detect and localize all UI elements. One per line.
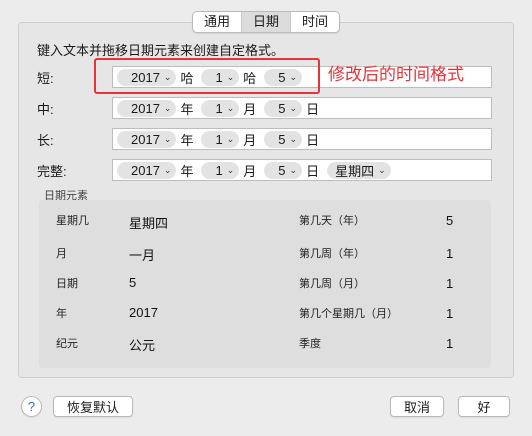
element-label: 第几周（月） [299, 278, 365, 290]
separator-text: 年 [180, 163, 194, 179]
day-token[interactable]: 5 ⌄ [264, 130, 303, 148]
ok-button[interactable]: 好 [458, 396, 510, 417]
element-label: 第几天（年） [299, 215, 365, 227]
year-token[interactable]: 2017 ⌄ [117, 99, 177, 117]
chevron-down-icon: ⌄ [378, 164, 386, 175]
element-day-of-year[interactable]: 5 [446, 213, 453, 228]
instructions-text: 键入文本并拖移日期元素来创建自定格式。 [37, 43, 285, 58]
element-label: 第几周（年） [299, 248, 365, 260]
element-label: 季度 [299, 338, 321, 350]
separator-text: 日 [306, 132, 320, 148]
full-format-field[interactable]: 2017 ⌄ 年 1 ⌄ 月 5 ⌄ 日 星期四 ⌄ [112, 159, 492, 181]
element-label: 纪元 [56, 338, 78, 350]
element-week-of-year[interactable]: 1 [446, 246, 453, 261]
help-button[interactable]: ? [21, 396, 42, 417]
annotation-text: 修改后的时间格式 [328, 65, 464, 84]
element-month[interactable]: 一月 [129, 245, 155, 264]
element-day[interactable]: 5 [129, 275, 136, 290]
medium-label: 中: [37, 102, 54, 117]
medium-format-field[interactable]: 2017 ⌄ 年 1 ⌄ 月 5 ⌄ 日 [112, 97, 492, 119]
day-token[interactable]: 5 ⌄ [264, 161, 303, 179]
chevron-down-icon: ⌄ [226, 102, 235, 113]
tab-bar: 通用 日期 时间 [192, 11, 341, 33]
annotation-highlight-box [94, 58, 320, 94]
element-label: 日期 [56, 278, 78, 290]
tab-general[interactable]: 通用 [193, 12, 243, 32]
separator-text: 日 [306, 163, 320, 179]
chevron-down-icon: ⌄ [289, 133, 298, 144]
chevron-down-icon: ⌄ [163, 164, 172, 175]
chevron-down-icon: ⌄ [226, 164, 235, 175]
element-weekday-ordinal-month[interactable]: 1 [446, 306, 453, 321]
element-label: 星期几 [56, 215, 89, 227]
month-token[interactable]: 1 ⌄ [201, 130, 240, 148]
separator-text: 年 [180, 132, 194, 148]
restore-defaults-button[interactable]: 恢复默认 [53, 396, 133, 417]
cancel-button[interactable]: 取消 [390, 396, 444, 417]
tab-date[interactable]: 日期 [242, 12, 292, 32]
tab-time[interactable]: 时间 [291, 12, 339, 32]
element-label: 第几个星期几（月） [299, 308, 398, 320]
separator-text: 月 [243, 101, 257, 117]
long-format-field[interactable]: 2017 ⌄ 年 1 ⌄ 月 5 ⌄ 日 [112, 128, 492, 150]
month-token[interactable]: 1 ⌄ [201, 99, 240, 117]
year-token[interactable]: 2017 ⌄ [117, 161, 177, 179]
chevron-down-icon: ⌄ [163, 133, 172, 144]
year-token[interactable]: 2017 ⌄ [117, 130, 177, 148]
element-week-of-month[interactable]: 1 [446, 276, 453, 291]
element-quarter[interactable]: 1 [446, 336, 453, 351]
short-label: 短: [37, 71, 54, 86]
chevron-down-icon: ⌄ [163, 102, 172, 113]
chevron-down-icon: ⌄ [289, 164, 298, 175]
full-label: 完整: [37, 164, 67, 179]
long-label: 长: [37, 133, 54, 148]
day-token[interactable]: 5 ⌄ [264, 99, 303, 117]
element-year[interactable]: 2017 [129, 305, 158, 320]
element-era[interactable]: 公元 [129, 335, 155, 354]
chevron-down-icon: ⌄ [289, 102, 298, 113]
chevron-down-icon: ⌄ [226, 133, 235, 144]
element-label: 年 [56, 308, 67, 320]
date-elements-box [39, 200, 491, 368]
separator-text: 日 [306, 101, 320, 117]
month-token[interactable]: 1 ⌄ [201, 161, 240, 179]
separator-text: 月 [243, 132, 257, 148]
separator-text: 月 [243, 163, 257, 179]
separator-text: 年 [180, 101, 194, 117]
weekday-token[interactable]: 星期四 ⌄ [327, 161, 391, 179]
element-label: 月 [56, 248, 67, 260]
element-weekday[interactable]: 星期四 [129, 213, 168, 232]
